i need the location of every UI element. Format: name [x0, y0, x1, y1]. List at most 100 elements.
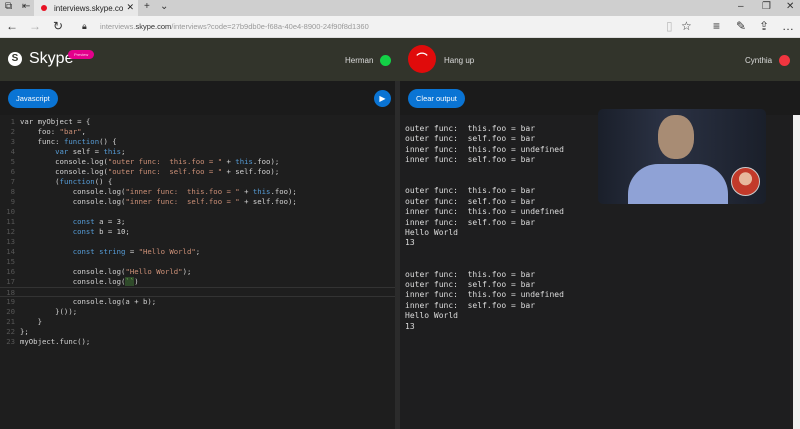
- code-line[interactable]: 20 }());: [0, 307, 395, 317]
- hub-icon[interactable]: ≡: [713, 19, 720, 33]
- line-number: 15: [6, 257, 15, 266]
- close-window-icon[interactable]: ✕: [786, 1, 794, 12]
- code-line[interactable]: 15: [0, 257, 395, 267]
- forward-icon[interactable]: →: [29, 19, 41, 33]
- output-line: inner func: this.foo = undefined: [405, 207, 564, 217]
- code-line[interactable]: 3 func: function() {: [0, 137, 395, 147]
- line-number: 11: [6, 217, 15, 226]
- code-token: var: [20, 147, 73, 156]
- maximize-icon[interactable]: ❐: [762, 1, 771, 12]
- code-token: ,: [81, 127, 86, 136]
- new-tab-icon[interactable]: +: [144, 1, 150, 12]
- code-token: var: [20, 117, 38, 126]
- video-feed: [598, 109, 766, 204]
- line-number: 3: [10, 137, 15, 146]
- code-editor[interactable]: 1 var myObject = {2 foo: "bar", 3 func: fu…: [0, 115, 395, 429]
- url-path: /interviews?code=27b9db0e-f68a-40e4-8900…: [171, 22, 369, 31]
- output-line: outer func: this.foo = bar: [405, 269, 536, 279]
- code-token: };: [20, 327, 29, 336]
- code-line[interactable]: 10: [0, 207, 395, 217]
- code-token: function: [59, 177, 95, 186]
- close-tab-icon[interactable]: ✕: [126, 2, 134, 13]
- code-line[interactable]: 5 console.log("outer func: this.foo = " …: [0, 157, 395, 167]
- code-line[interactable]: 13: [0, 237, 395, 247]
- code-line[interactable]: 23 myObject.func();: [0, 337, 395, 347]
- code-token: console.log(a + b);: [20, 297, 157, 306]
- output-line: inner func: self.foo = bar: [405, 155, 536, 165]
- remote-participant-video: [628, 109, 728, 204]
- tab-manager-icon[interactable]: ⧉: [5, 1, 12, 12]
- url-field[interactable]: interviews.skype.com/interviews?code=27b…: [100, 22, 369, 31]
- code-line[interactable]: 22};: [0, 327, 395, 337]
- output-line: outer func: this.foo = bar: [405, 124, 536, 133]
- code-token: a = 3;: [99, 217, 126, 226]
- line-number: 9: [10, 197, 15, 206]
- code-token: self =: [72, 147, 104, 156]
- pen-icon[interactable]: ✎: [736, 19, 746, 33]
- more-icon[interactable]: …: [782, 19, 794, 33]
- minimize-icon[interactable]: –: [738, 1, 744, 12]
- code-token: this: [252, 187, 271, 196]
- code-line[interactable]: 14 const string = "Hello World";: [0, 247, 395, 257]
- skype-icon: S: [8, 52, 22, 66]
- code-line[interactable]: 6 console.log("outer func: self.foo = " …: [0, 167, 395, 177]
- code-line[interactable]: 16 console.log("Hello World");: [0, 267, 395, 277]
- code-token: .foo);: [252, 157, 280, 166]
- line-number: 12: [6, 227, 15, 236]
- reading-view-icon[interactable]: ▯: [666, 19, 673, 33]
- code-line[interactable]: 18: [0, 287, 395, 297]
- browser-tab[interactable]: interviews.skype.co ✕: [34, 0, 138, 16]
- set-aside-tabs-icon[interactable]: ⇤: [22, 1, 30, 12]
- share-icon[interactable]: ⇪: [759, 19, 769, 33]
- line-number: 17: [6, 277, 15, 286]
- code-token: +: [239, 187, 253, 196]
- code-line[interactable]: 2 foo: "bar",: [0, 127, 395, 137]
- code-token: + self.foo);: [222, 167, 280, 176]
- code-token: + self.foo);: [239, 197, 297, 206]
- code-line[interactable]: 9 console.log("inner func: self.foo = " …: [0, 197, 395, 207]
- hang-up-button[interactable]: ⌒: [408, 45, 436, 73]
- code-token: }: [20, 317, 42, 326]
- code-line[interactable]: 1 var myObject = {: [0, 117, 395, 127]
- output-line: inner func: self.foo = bar: [405, 300, 536, 310]
- code-token: b = 10;: [99, 227, 130, 236]
- code-token: "Hello World": [138, 247, 196, 256]
- chevron-down-icon[interactable]: ⌄: [160, 1, 168, 12]
- code-token: ``: [125, 277, 135, 286]
- refresh-icon[interactable]: ↻: [53, 19, 63, 33]
- code-line[interactable]: 8 console.log("inner func: this.foo = " …: [0, 187, 395, 197]
- code-token: console.log(: [20, 277, 126, 286]
- code-line[interactable]: 19 console.log(a + b);: [0, 297, 395, 307]
- code-token: const: [20, 227, 100, 236]
- code-line[interactable]: 4 var self = this;: [0, 147, 395, 157]
- play-icon: ▶: [379, 94, 386, 103]
- line-number: 5: [10, 157, 15, 166]
- code-line[interactable]: 7 (function() {: [0, 177, 395, 187]
- run-button[interactable]: ▶: [374, 90, 391, 107]
- output-line: outer func: self.foo = bar: [405, 134, 536, 144]
- output-line: outer func: self.foo = bar: [405, 196, 536, 206]
- participant-left-status: [380, 55, 391, 66]
- participant-left-name: Herman: [345, 56, 374, 65]
- language-button[interactable]: Javascript: [8, 89, 58, 108]
- line-number: 20: [6, 307, 15, 316]
- code-line[interactable]: 21 }: [0, 317, 395, 327]
- code-line[interactable]: 12 const b = 10;: [0, 227, 395, 237]
- favorite-star-icon[interactable]: ☆: [681, 19, 692, 33]
- line-number: 1: [10, 117, 15, 126]
- code-line[interactable]: 11 const a = 3;: [0, 217, 395, 227]
- code-token: "inner func: self.foo = ": [125, 197, 240, 206]
- scrollbar[interactable]: [793, 115, 800, 429]
- editor-toolbar: Javascript ▶: [0, 81, 395, 115]
- code-token: this: [235, 157, 253, 166]
- line-number: 2: [10, 127, 15, 136]
- code-token: ;: [195, 247, 201, 256]
- line-number: 14: [6, 247, 15, 256]
- code-line[interactable]: 17 console.log(``): [0, 277, 395, 287]
- back-icon[interactable]: ←: [6, 19, 18, 33]
- code-token: console.log(: [20, 267, 126, 276]
- clear-output-button[interactable]: Clear output: [408, 89, 465, 108]
- lock-icon: 🔒︎: [82, 21, 87, 31]
- hang-up-label[interactable]: Hang up: [444, 56, 474, 65]
- output-line: Hello World: [405, 311, 458, 321]
